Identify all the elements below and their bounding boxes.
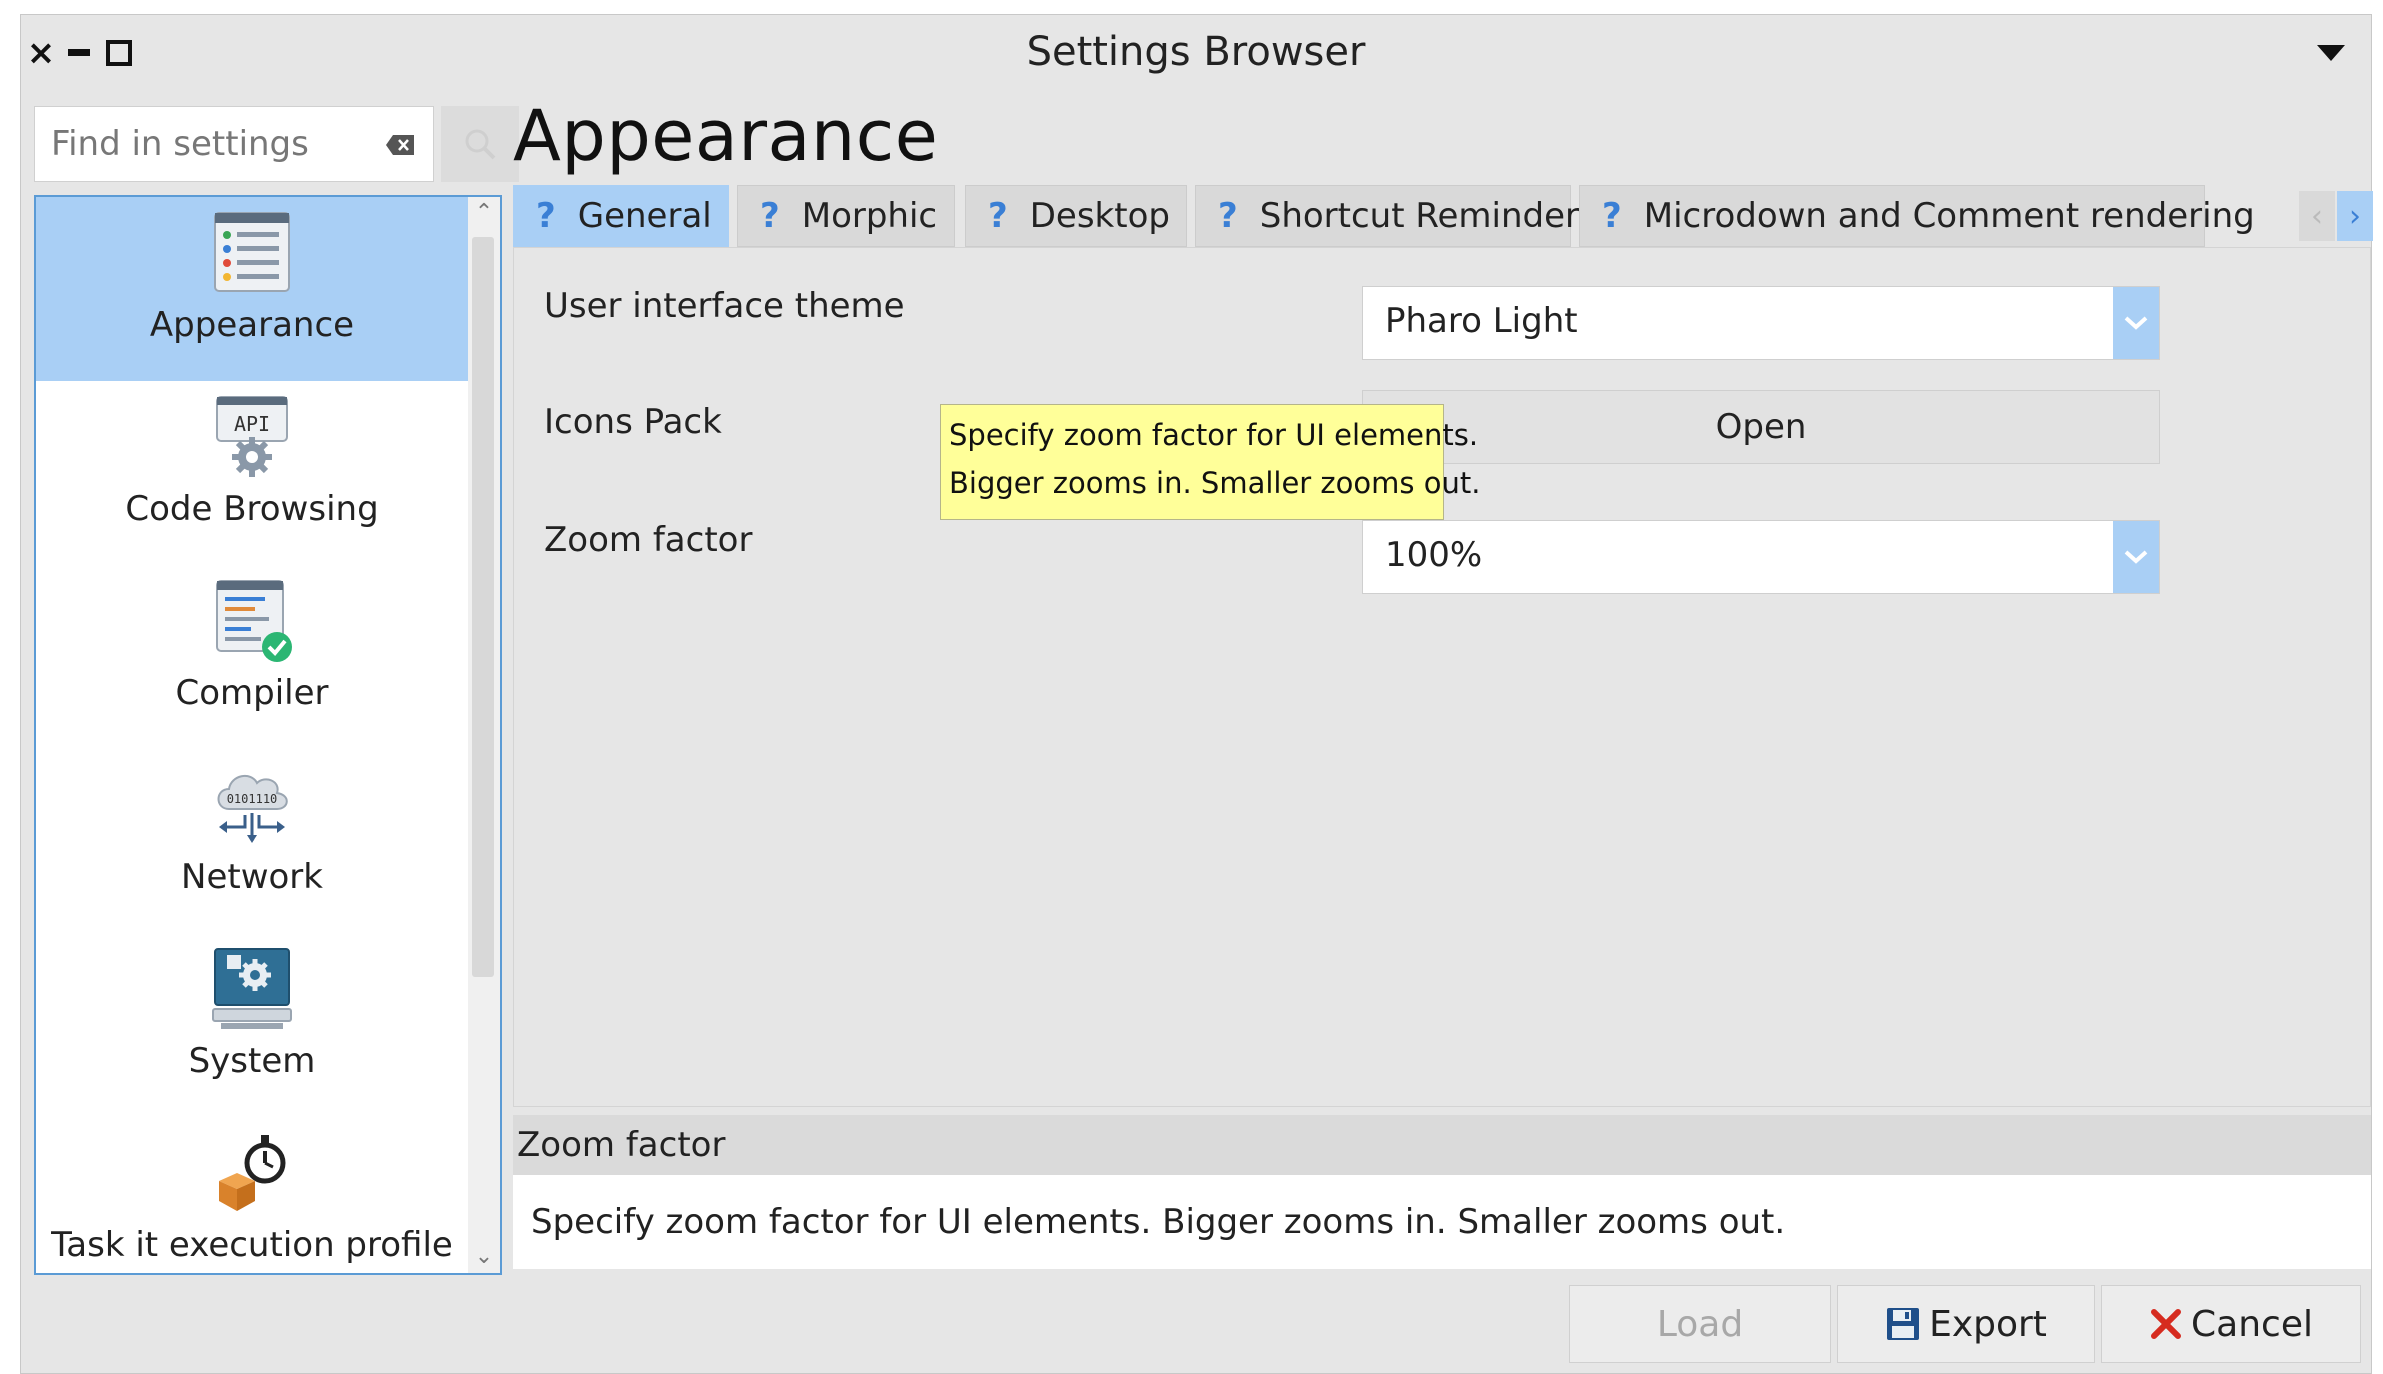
cancel-label: Cancel	[2191, 1303, 2313, 1345]
scroll-up-icon[interactable]: ⌃	[474, 202, 494, 224]
sidebar-item-code-browsing[interactable]: API Code Browsing	[36, 381, 468, 565]
theme-label: User interface theme	[544, 286, 905, 326]
clear-search-icon[interactable]	[385, 134, 415, 156]
settings-category-list: Appearance API Code Browsing Compiler 01…	[34, 195, 502, 1275]
sidebar-item-label: System	[188, 1041, 316, 1081]
page-title: Appearance	[513, 95, 939, 177]
sidebar-item-system[interactable]: System	[36, 933, 468, 1117]
icons-pack-label: Icons Pack	[544, 402, 722, 442]
load-button[interactable]: Load	[1569, 1285, 1831, 1363]
scroll-down-icon[interactable]: ⌄	[474, 1246, 494, 1268]
appearance-icon	[214, 212, 290, 292]
window-title: Settings Browser	[1026, 29, 1366, 75]
chevron-down-icon	[2124, 550, 2148, 564]
tab-scroll-right-icon[interactable]: ›	[2337, 191, 2373, 241]
sidebar-item-network[interactable]: 0101110 Network	[36, 749, 468, 933]
search-input[interactable]	[35, 107, 365, 181]
tab-general[interactable]: ? General	[513, 185, 729, 247]
description-title: Zoom factor	[513, 1115, 2371, 1175]
export-label: Export	[1929, 1303, 2047, 1345]
help-icon: ?	[1602, 196, 1622, 236]
save-floppy-icon	[1887, 1308, 1920, 1340]
tab-label: Morphic	[801, 196, 938, 236]
tab-shortcut-reminder[interactable]: ? Shortcut Reminder	[1195, 185, 1579, 247]
tab-scroll-left-icon[interactable]: ‹	[2299, 191, 2335, 241]
sidebar-item-compiler[interactable]: Compiler	[36, 565, 468, 749]
theme-dropdown[interactable]: Pharo Light	[1362, 286, 2160, 360]
stopwatch-box-icon	[219, 1135, 286, 1211]
api-gear-icon: API	[216, 396, 288, 477]
tab-microdown-and-comment-rendering[interactable]: ? Microdown and Comment rendering	[1579, 185, 2255, 247]
settings-browser-window: × Settings Browser Find in settings Appe…	[20, 14, 2373, 1374]
tab-label: Desktop	[1029, 196, 1170, 236]
window-menu-icon[interactable]	[2317, 45, 2345, 61]
tab-label: Shortcut Reminder	[1259, 196, 1579, 236]
sidebar-scrollbar[interactable]: ⌃ ⌄	[468, 197, 500, 1273]
help-icon: ?	[760, 196, 780, 236]
tooltip-line: Bigger zooms in. Smaller zooms out.	[949, 466, 1481, 500]
sidebar-item-label: Appearance	[149, 305, 355, 345]
system-monitor-icon	[212, 948, 292, 1029]
theme-value: Pharo Light	[1385, 301, 1578, 341]
load-label: Load	[1656, 1303, 1744, 1345]
icons-pack-open-button[interactable]: Open	[1362, 390, 2160, 464]
cancel-x-icon	[2151, 1309, 2182, 1339]
search-button[interactable]	[441, 106, 519, 182]
sidebar-item-label: Compiler	[175, 673, 329, 713]
sidebar-item-task-it-execution-profile[interactable]: Task it execution profile	[36, 1117, 468, 1273]
help-icon: ?	[1218, 196, 1238, 236]
tab-morphic[interactable]: ? Morphic	[737, 185, 955, 247]
export-button[interactable]: Export	[1837, 1285, 2095, 1363]
cancel-button[interactable]: Cancel	[2101, 1285, 2361, 1363]
description-body: Specify zoom factor for UI elements. Big…	[513, 1175, 2371, 1269]
search-box	[34, 106, 434, 182]
tooltip-line: Specify zoom factor for UI elements.	[949, 418, 1479, 452]
sidebar-item-label: Task it execution profile	[51, 1225, 453, 1265]
scrollbar-thumb[interactable]	[472, 237, 494, 977]
zoom-factor-label: Zoom factor	[544, 520, 753, 560]
zoom-factor-tooltip: Specify zoom factor for UI elements. Big…	[940, 404, 1481, 520]
settings-panel: User interface theme Pharo Light Icons P…	[513, 247, 2371, 1107]
tab-desktop[interactable]: ? Desktop	[965, 185, 1187, 247]
theme-dropdown-button[interactable]	[2113, 287, 2159, 359]
svg-text:API: API	[234, 412, 270, 436]
zoom-dropdown-button[interactable]	[2113, 521, 2159, 593]
zoom-factor-dropdown[interactable]: 100%	[1362, 520, 2160, 594]
network-cloud-icon: 0101110	[217, 774, 288, 843]
tab-label: Microdown and Comment rendering	[1643, 196, 2255, 236]
zoom-factor-value: 100%	[1385, 535, 1483, 575]
chevron-down-icon	[2124, 316, 2148, 330]
sidebar-item-appearance[interactable]: Appearance	[36, 197, 468, 381]
help-icon: ?	[536, 196, 556, 236]
help-icon: ?	[988, 196, 1008, 236]
tab-label: General	[577, 196, 712, 236]
title-bar: × Settings Browser	[21, 15, 2371, 95]
search-icon	[465, 129, 496, 160]
sidebar-item-label: Code Browsing	[125, 489, 379, 529]
category-tabs: ? General ? Morphic ? Desktop ? Shortcut…	[513, 185, 2373, 247]
sidebar-item-label: Network	[181, 857, 323, 897]
svg-text:0101110: 0101110	[227, 792, 278, 806]
compiler-check-icon	[216, 580, 292, 662]
